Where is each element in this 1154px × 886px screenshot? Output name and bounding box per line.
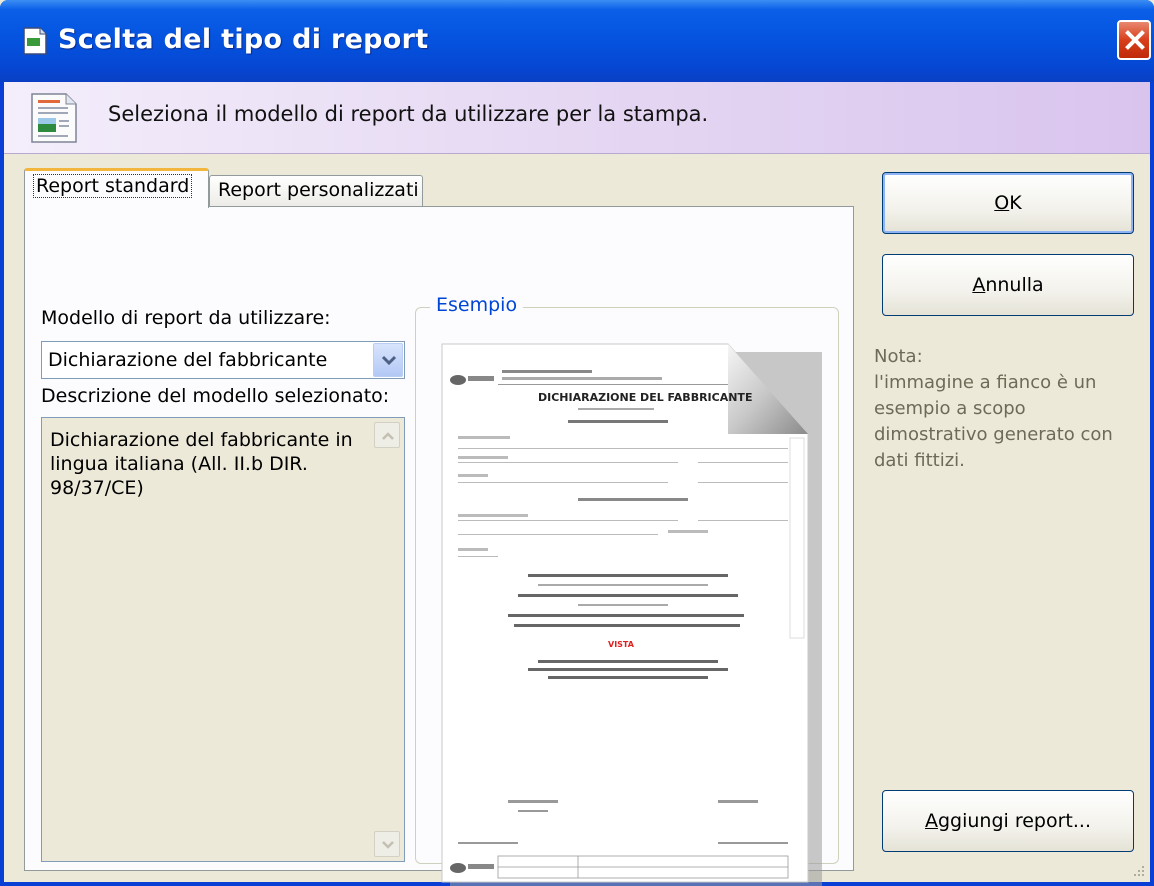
chevron-down-icon <box>382 841 394 849</box>
window-title: Scelta del tipo di report <box>58 24 429 55</box>
description-textbox[interactable]: Dichiarazione del fabbricante in lingua … <box>41 417 405 862</box>
ok-label-rest: K <box>1009 192 1022 214</box>
chevron-up-icon <box>382 432 394 440</box>
close-button[interactable] <box>1117 20 1151 60</box>
dialog-client-area: Seleziona il modello di report da utiliz… <box>4 82 1150 886</box>
example-groupbox: Esempio DICHIARAZIONE DEL FABBRICANTE VI… <box>415 294 839 886</box>
report-app-icon <box>23 27 47 55</box>
preview-stamp: VISTA <box>608 640 635 649</box>
title-bar[interactable]: Scelta del tipo di report <box>0 0 1154 82</box>
header-band: Seleziona il modello di report da utiliz… <box>4 82 1150 154</box>
cancel-label-rest: nnulla <box>985 274 1044 296</box>
header-instruction: Seleziona il modello di report da utiliz… <box>108 102 709 126</box>
report-preview-image: DICHIARAZIONE DEL FABBRICANTE VISTA <box>441 343 822 886</box>
scroll-up-button[interactable] <box>374 422 400 448</box>
dialog-window: Scelta del tipo di report Seleziona il m… <box>0 0 1154 886</box>
scroll-down-button[interactable] <box>374 831 400 857</box>
add-mnemonic: A <box>924 810 938 832</box>
tab-label: Report standard <box>33 174 193 198</box>
cancel-button[interactable]: Annulla <box>882 254 1134 316</box>
resize-grip-icon[interactable] <box>1132 864 1146 878</box>
tab-report-standard[interactable]: Report standard <box>24 168 209 208</box>
note-text-block: Nota: l'immagine a fianco è un esempio a… <box>874 344 1134 474</box>
tab-label: Report personalizzati <box>218 179 419 201</box>
ok-button[interactable]: OK <box>882 172 1134 234</box>
description-label: Descrizione del modello selezionato: <box>41 385 390 407</box>
note-body: l'immagine a fianco è un esempio a scopo… <box>874 372 1113 471</box>
dropdown-button[interactable] <box>373 343 403 377</box>
note-title: Nota: <box>874 346 923 367</box>
chevron-down-icon <box>381 355 397 366</box>
tab-panel: Modello di report da utilizzare: Dichiar… <box>24 206 854 886</box>
preview-heading: DICHIARAZIONE DEL FABBRICANTE <box>538 391 752 404</box>
add-report-button[interactable]: Aggiungi report... <box>882 790 1134 852</box>
model-label: Modello di report da utilizzare: <box>41 307 331 329</box>
example-legend: Esempio <box>430 294 524 316</box>
cancel-mnemonic: A <box>972 274 986 296</box>
model-select[interactable]: Dichiarazione del fabbricante <box>41 341 405 379</box>
tab-report-personalizzati[interactable]: Report personalizzati <box>209 175 423 207</box>
ok-mnemonic: O <box>994 192 1010 214</box>
description-text: Dichiarazione del fabbricante in lingua … <box>50 429 353 499</box>
add-label-rest: ggiungi report... <box>937 810 1091 832</box>
model-select-value: Dichiarazione del fabbricante <box>48 349 328 371</box>
report-document-icon <box>31 93 77 143</box>
